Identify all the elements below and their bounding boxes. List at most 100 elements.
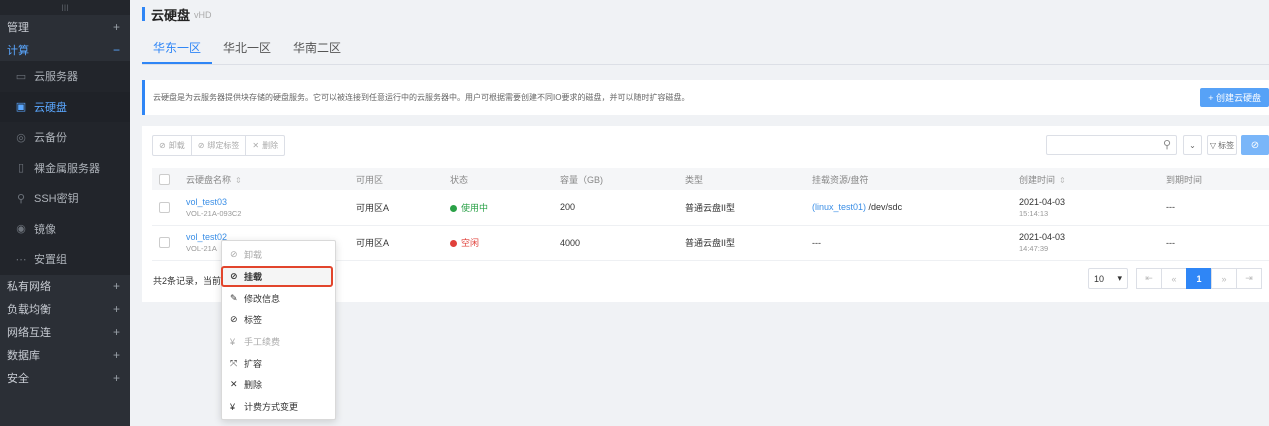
disk-name-link[interactable]: vol_test03 — [186, 197, 356, 207]
sidebar-group-compute[interactable]: 计算 − — [0, 38, 130, 61]
tag-settings-button[interactable]: ⊘ — [1241, 135, 1269, 155]
key-icon: ⚲ — [16, 192, 26, 205]
status-dot-icon — [450, 240, 457, 247]
mount-path: --- — [812, 237, 821, 248]
server-icon: ▭ — [15, 70, 27, 83]
sidebar-group-load-balance[interactable]: 负载均衡 + — [0, 298, 130, 321]
row-checkbox[interactable] — [159, 237, 170, 248]
sort-icon[interactable]: ⇕ — [1059, 176, 1066, 185]
last-page-button[interactable]: ⇥ — [1236, 268, 1262, 289]
col-created[interactable]: 创建时间 ⇕ — [1019, 168, 1166, 190]
menu-item-expand[interactable]: ⤧ 扩容 — [222, 352, 335, 374]
sidebar-group-manage[interactable]: 管理 + — [0, 15, 130, 38]
sidebar-item-bare-metal[interactable]: ▯ 裸金属服务器 — [0, 152, 130, 183]
table-header: 云硬盘名称 ⇕ 可用区 状态 容量（GB) 类型 挂载资源/盘符 创建时间 ⇕ 到期… — [152, 168, 1269, 190]
first-page-button[interactable]: ⇤ — [1136, 268, 1162, 289]
sidebar-item-label: 云备份 — [34, 132, 67, 145]
zone-cell: 可用区A — [356, 190, 450, 226]
menu-item-edit-info[interactable]: ✎ 修改信息 — [222, 287, 335, 309]
sidebar-item-label: 裸金属服务器 — [34, 162, 100, 175]
disk-id: VOL-21A-093C2 — [186, 208, 242, 218]
tab-south-2[interactable]: 华南二区 — [282, 39, 352, 64]
tag-icon: ⊘ — [197, 141, 205, 150]
bare-metal-icon: ▯ — [17, 162, 25, 175]
tab-north-1[interactable]: 华北一区 — [212, 39, 282, 64]
sidebar-group-label: 数据库 — [7, 350, 40, 362]
sidebar-item-image[interactable]: ◉ 镜像 — [0, 213, 130, 244]
page-size-select[interactable]: 10 ▾ — [1088, 268, 1128, 289]
expand-icon: + — [112, 19, 120, 34]
link-icon: ⊘ — [230, 271, 238, 282]
sidebar-item-ssh-key[interactable]: ⚲ SSH密钥 — [0, 183, 130, 214]
page-title: 云硬盘 — [151, 7, 191, 23]
yen-icon: ¥ — [230, 401, 236, 412]
menu-item-label: 扩容 — [244, 358, 263, 369]
status-dot-icon — [450, 204, 457, 212]
status-badge: 使用中 — [461, 202, 489, 213]
next-page-button[interactable]: » — [1211, 268, 1237, 289]
table-row[interactable]: vol_test03 VOL-21A-093C2 可用区A 使用中 200 普通… — [152, 190, 1269, 226]
sort-icon[interactable]: ⇕ — [235, 176, 242, 185]
caret-down-icon: ▾ — [1117, 273, 1122, 283]
sidebar-group-interconnect[interactable]: 网络互连 + — [0, 321, 130, 344]
col-status: 状态 — [450, 174, 469, 185]
next-page-icon: » — [1221, 273, 1227, 284]
collapse-icon: − — [112, 42, 120, 57]
sidebar-item-label: 镜像 — [34, 223, 56, 236]
filter-icon: ▽ — [1209, 140, 1217, 150]
link-icon: ⊘ — [159, 141, 166, 150]
sidebar-collapse-handle[interactable]: III — [0, 0, 130, 15]
chevron-down-icon: ⌄ — [1189, 140, 1196, 150]
menu-item-label: 删除 — [244, 380, 263, 391]
menu-item-label: 修改信息 — [244, 293, 281, 304]
dropdown-toggle[interactable]: ⌄ — [1183, 135, 1202, 155]
name-cell: vol_test03 VOL-21A-093C2 — [186, 190, 356, 226]
placement-icon: ⋯ — [15, 253, 27, 266]
search-input[interactable]: ⚲ — [1046, 135, 1177, 155]
create-disk-button[interactable]: + 创建云硬盘 — [1200, 88, 1269, 107]
sidebar-group-vpc[interactable]: 私有网络 + — [0, 275, 130, 298]
row-select-cell — [152, 225, 186, 261]
created-cell: 2021-04-03 14:47:39 — [1019, 225, 1166, 261]
sidebar-item-cloud-server[interactable]: ▭ 云服务器 — [0, 61, 130, 92]
expand-icon: + — [112, 279, 120, 293]
capacity-cell: 4000 — [560, 225, 685, 261]
unmount-label: 卸载 — [168, 141, 185, 150]
row-checkbox[interactable] — [159, 201, 170, 213]
unmount-button[interactable]: ⊘ 卸载 — [153, 136, 192, 155]
col-expire: 到期时间 — [1166, 174, 1203, 185]
delete-button[interactable]: ✕ 删除 — [246, 136, 284, 155]
menu-item-mount[interactable]: ⊘ 挂载 — [221, 265, 333, 288]
sidebar-group-security[interactable]: 安全 + — [0, 367, 130, 390]
sidebar-item-label: 云服务器 — [34, 71, 78, 84]
mount-path: /dev/sdc — [868, 202, 903, 213]
mount-resource-link[interactable]: (linux_test01) — [812, 202, 866, 212]
expire-cell: --- — [1166, 225, 1269, 261]
bind-tag-button[interactable]: ⊘ 绑定标签 — [192, 136, 247, 155]
tab-east-1[interactable]: 华东一区 — [142, 39, 213, 64]
sidebar-group-label: 安全 — [7, 373, 29, 385]
status-cell: 空闲 — [450, 225, 560, 261]
page-subtitle: vHD — [194, 10, 212, 20]
page-number-current[interactable]: 1 — [1186, 268, 1212, 289]
sidebar-item-cloud-backup[interactable]: ◎ 云备份 — [0, 122, 130, 153]
batch-action-group: ⊘ 卸载 ⊘ 绑定标签 ✕ 删除 — [152, 135, 286, 156]
sidebar-item-placement-group[interactable]: ⋯ 安置组 — [0, 244, 130, 275]
menu-item-billing-change[interactable]: ¥ 计费方式变更 — [222, 396, 335, 418]
menu-item-tag[interactable]: ⊘ 标签 — [222, 309, 335, 331]
created-date: 2021-04-03 — [1019, 196, 1066, 207]
page-size-value: 10 — [1094, 273, 1105, 284]
select-all-checkbox[interactable] — [159, 173, 170, 185]
menu-item-delete[interactable]: ✕ 删除 — [222, 374, 335, 396]
sidebar-item-cloud-disk[interactable]: ▣ 云硬盘 — [0, 91, 130, 122]
search-icon[interactable]: ⚲ — [1163, 138, 1171, 151]
tag-filter-button[interactable]: ▽ 标签 — [1207, 135, 1237, 155]
menu-item-manual-renew[interactable]: ¥ 手工续费 — [222, 331, 335, 353]
col-created-label: 创建时间 — [1019, 174, 1056, 185]
expand-icon: + — [112, 348, 120, 362]
prev-page-button[interactable]: « — [1161, 268, 1187, 289]
col-name[interactable]: 云硬盘名称 ⇕ — [186, 168, 356, 190]
sidebar-group-database[interactable]: 数据库 + — [0, 344, 130, 367]
menu-item-unmount[interactable]: ⊘ 卸载 — [222, 244, 335, 266]
yen-icon: ¥ — [230, 336, 236, 347]
